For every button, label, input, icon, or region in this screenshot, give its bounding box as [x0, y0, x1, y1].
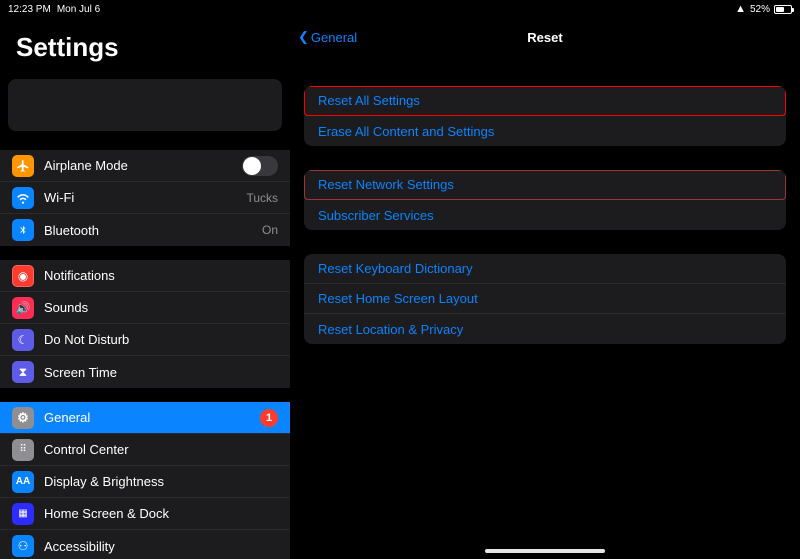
sidebar-item-label: Screen Time	[44, 365, 278, 380]
notifications-icon: ◉	[12, 265, 34, 287]
cell-label: Subscriber Services	[318, 208, 434, 223]
sidebar-item-label: Wi-Fi	[44, 190, 246, 205]
reset-all-settings-cell[interactable]: Reset All Settings	[304, 86, 786, 116]
subscriber-services-cell[interactable]: Subscriber Services	[304, 200, 786, 230]
sidebar-item-accessibility[interactable]: ⚇ Accessibility	[0, 530, 290, 559]
erase-all-content-cell[interactable]: Erase All Content and Settings	[304, 116, 786, 146]
accessibility-icon: ⚇	[12, 535, 34, 557]
sidebar-item-home-screen[interactable]: ▦ Home Screen & Dock	[0, 498, 290, 530]
airplane-mode-toggle[interactable]	[242, 156, 278, 176]
moon-icon: ☾	[12, 329, 34, 351]
bluetooth-value: On	[262, 223, 278, 237]
sounds-icon: 🔊	[12, 297, 34, 319]
detail-panel: ❮ General Reset Reset All Settings Erase…	[290, 0, 800, 559]
hourglass-icon: ⧗	[12, 361, 34, 383]
sidebar-item-display[interactable]: AA Display & Brightness	[0, 466, 290, 498]
sidebar-item-control-center[interactable]: ⠿ Control Center	[0, 434, 290, 466]
reset-location-privacy-cell[interactable]: Reset Location & Privacy	[304, 314, 786, 344]
detail-title: Reset	[527, 30, 562, 45]
display-icon: AA	[12, 471, 34, 493]
page-title: Settings	[0, 28, 290, 75]
cell-label: Reset Location & Privacy	[318, 322, 463, 337]
grid-icon: ▦	[12, 503, 34, 525]
status-date: Mon Jul 6	[57, 4, 100, 15]
cell-label: Reset Network Settings	[318, 177, 454, 192]
bluetooth-icon	[12, 219, 34, 241]
sidebar-item-dnd[interactable]: ☾ Do Not Disturb	[0, 324, 290, 356]
back-button[interactable]: ❮ General	[298, 29, 357, 45]
sidebar-item-label: General	[44, 410, 260, 425]
sidebar-item-sounds[interactable]: 🔊 Sounds	[0, 292, 290, 324]
wifi-value: Tucks	[246, 191, 278, 205]
status-time: 12:23 PM	[8, 4, 51, 15]
chevron-left-icon: ❮	[298, 29, 309, 45]
sidebar-item-airplane-mode[interactable]: Airplane Mode	[0, 150, 290, 182]
reset-keyboard-dictionary-cell[interactable]: Reset Keyboard Dictionary	[304, 254, 786, 284]
gear-icon: ⚙	[12, 407, 34, 429]
sidebar-item-label: Home Screen & Dock	[44, 506, 278, 521]
sidebar-item-general[interactable]: ⚙ General 1	[0, 402, 290, 434]
wifi-icon	[12, 187, 34, 209]
sidebar-item-notifications[interactable]: ◉ Notifications	[0, 260, 290, 292]
sidebar-item-label: Do Not Disturb	[44, 332, 278, 347]
cell-label: Reset Keyboard Dictionary	[318, 261, 473, 276]
reset-network-settings-cell[interactable]: Reset Network Settings	[304, 170, 786, 200]
home-indicator[interactable]	[485, 549, 605, 553]
status-bar: 12:23 PM Mon Jul 6 ▲ 52%	[0, 0, 800, 18]
sidebar-item-label: Control Center	[44, 442, 278, 457]
sliders-icon: ⠿	[12, 439, 34, 461]
sidebar-item-label: Airplane Mode	[44, 158, 242, 173]
cell-label: Reset Home Screen Layout	[318, 291, 478, 306]
settings-sidebar: Settings Airplane Mode Wi-Fi Tucks	[0, 0, 290, 559]
sidebar-item-screen-time[interactable]: ⧗ Screen Time	[0, 356, 290, 388]
sidebar-item-bluetooth[interactable]: Bluetooth On	[0, 214, 290, 246]
notification-badge: 1	[260, 409, 278, 427]
sidebar-item-label: Sounds	[44, 300, 278, 315]
sidebar-item-label: Display & Brightness	[44, 474, 278, 489]
wifi-status-icon: ▲	[735, 3, 746, 15]
battery-percent: 52%	[750, 4, 770, 15]
back-label: General	[311, 30, 357, 45]
sidebar-item-label: Bluetooth	[44, 223, 262, 238]
reset-home-screen-layout-cell[interactable]: Reset Home Screen Layout	[304, 284, 786, 314]
cell-label: Reset All Settings	[318, 93, 420, 108]
airplane-icon	[12, 155, 34, 177]
apple-id-profile-row[interactable]	[8, 79, 282, 131]
sidebar-item-label: Notifications	[44, 268, 278, 283]
cell-label: Erase All Content and Settings	[318, 124, 494, 139]
sidebar-item-wifi[interactable]: Wi-Fi Tucks	[0, 182, 290, 214]
battery-icon	[774, 5, 792, 14]
sidebar-item-label: Accessibility	[44, 539, 278, 554]
